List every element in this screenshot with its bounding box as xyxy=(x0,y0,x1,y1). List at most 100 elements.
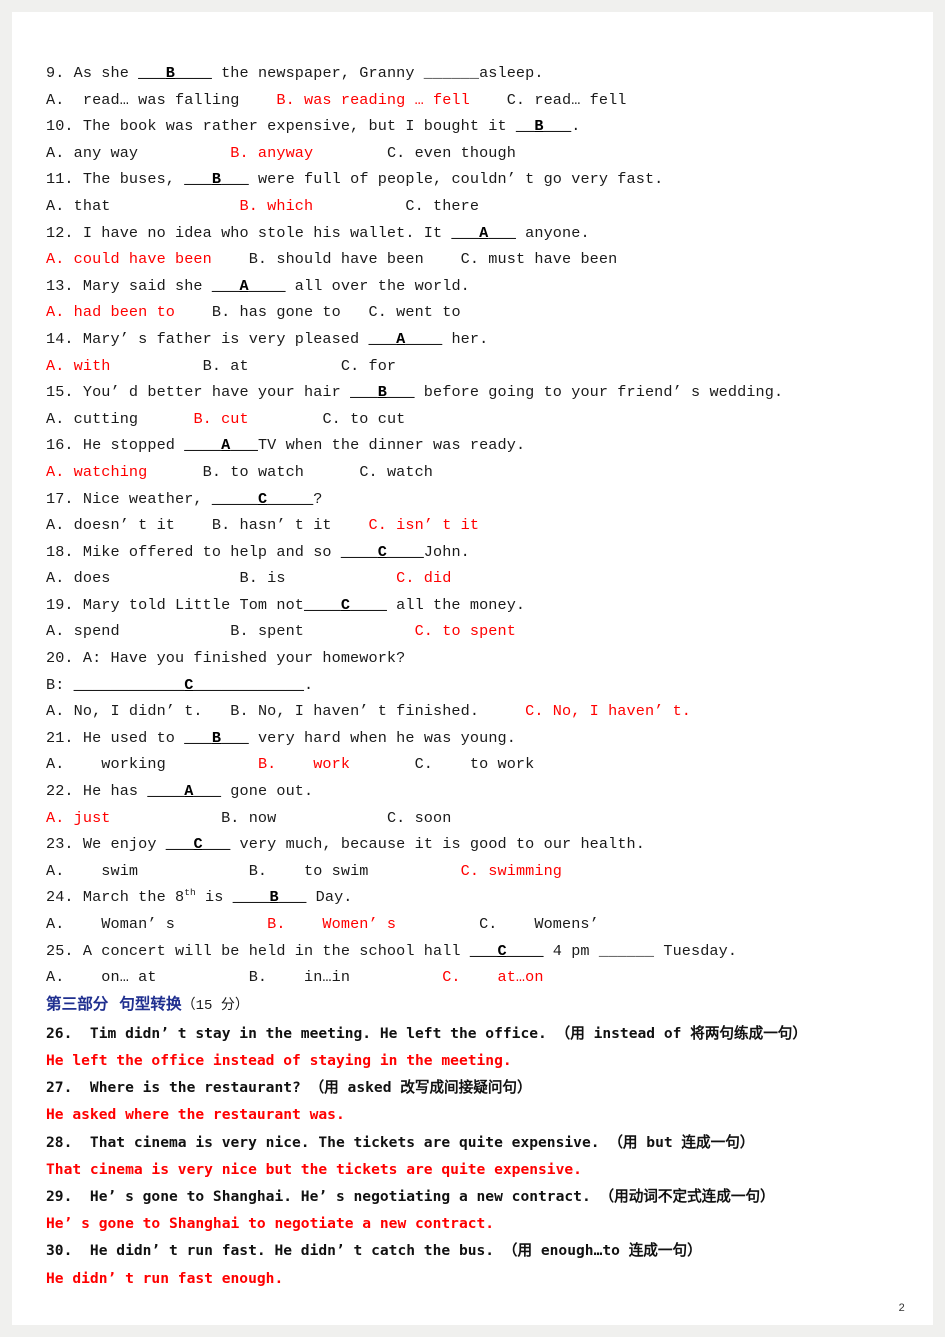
q25-tail: 4 pm ______ Tuesday. xyxy=(543,941,738,960)
q14-stem: 14. Mary’ s father is very pleased xyxy=(46,329,369,348)
q12-option-c[interactable]: C. must have been xyxy=(461,250,618,268)
options-line-11: A. that B. which C. there xyxy=(46,193,901,220)
q24-option-b[interactable]: B. Women’ s xyxy=(267,915,396,933)
q12-option-b[interactable]: B. should have been xyxy=(249,250,424,268)
q9-option-a[interactable]: A. read… was falling xyxy=(46,91,240,109)
q11-blank-post: ___ xyxy=(221,170,249,189)
q20-option-c[interactable]: C. No, I haven’ t. xyxy=(525,702,691,720)
q20-option-b[interactable]: B. No, I haven’ t finished. xyxy=(230,702,479,720)
q25-stem: 25. A concert will be held in the school… xyxy=(46,941,470,960)
q19-option-a[interactable]: A. spend xyxy=(46,622,120,640)
q25-blank-post: ____ xyxy=(506,941,544,960)
q23-option-b[interactable]: B. to swim xyxy=(249,862,369,880)
q12-option-a[interactable]: A. could have been xyxy=(46,250,212,268)
q12-blank-pre: ___ xyxy=(451,223,480,242)
rewrite-answer-27-text: He asked where the restaurant was. xyxy=(46,1106,345,1124)
q14-option-c[interactable]: C. for xyxy=(341,357,396,375)
q17-answer: C xyxy=(257,489,268,508)
question-line-17: 17. Nice weather, _____C_____? xyxy=(46,486,901,513)
q24-option-c[interactable]: C. Womens’ xyxy=(479,915,599,933)
q12-blank-post: ___ xyxy=(488,223,516,242)
q19-option-c[interactable]: C. to spent xyxy=(415,622,516,640)
q21-option-a[interactable]: A. working xyxy=(46,755,166,773)
q18-option-c[interactable]: C. did xyxy=(396,569,451,587)
q14-tail: her. xyxy=(442,329,489,348)
options-line-15: A. cutting B. cut C. to cut xyxy=(46,406,901,433)
q21-option-b[interactable]: B. work xyxy=(258,755,350,773)
q16-option-b[interactable]: B. to watch xyxy=(203,463,304,481)
options-line-12: A. could have been B. should have been C… xyxy=(46,246,901,273)
q17-stem: 17. Nice weather, xyxy=(46,489,212,508)
q23-stem: 23. We enjoy xyxy=(46,835,166,854)
q24-stem-mid: is xyxy=(195,888,233,907)
q21-blank-post: ___ xyxy=(221,728,249,747)
q10-option-b[interactable]: B. anyway xyxy=(230,144,313,162)
rewrite-prompt-26-text: 26. Tim didn’ t stay in the meeting. He … xyxy=(46,1024,807,1042)
q17-option-a[interactable]: A. doesn’ t it xyxy=(46,516,175,534)
q25-option-c[interactable]: C. at…on xyxy=(442,968,543,986)
q16-answer: A xyxy=(221,436,231,455)
options-line-17: A. doesn’ t it B. hasn’ t it C. isn’ t i… xyxy=(46,512,901,539)
q23-option-c[interactable]: C. swimming xyxy=(461,862,562,880)
q22-option-b[interactable]: B. now xyxy=(221,809,276,827)
q18-option-b[interactable]: B. is xyxy=(240,569,286,587)
q14-option-b[interactable]: B. at xyxy=(203,357,249,375)
q19-option-b[interactable]: B. spent xyxy=(230,622,304,640)
q11-tail: were full of people, couldn’ t go very f… xyxy=(248,170,664,189)
q9-option-b[interactable]: B. was reading … fell xyxy=(276,91,470,109)
question-line-25: 25. A concert will be held in the school… xyxy=(46,938,901,965)
q22-option-a[interactable]: A. just xyxy=(46,809,111,827)
question-line-21: 21. He used to ___B___ very hard when he… xyxy=(46,725,901,752)
q11-option-c[interactable]: C. there xyxy=(405,197,479,215)
q23-option-a[interactable]: A. swim xyxy=(46,862,138,880)
q24-option-a[interactable]: A. Woman’ s xyxy=(46,915,175,933)
q25-option-b[interactable]: B. in…in xyxy=(249,968,350,986)
q21-blank-pre: ___ xyxy=(184,728,212,747)
q15-option-b[interactable]: B. cut xyxy=(193,410,248,428)
q24-blank-post: ___ xyxy=(278,888,307,907)
question-line-24: 24. March the 8th is ____B___ Day. xyxy=(46,884,901,911)
q22-option-c[interactable]: C. soon xyxy=(387,809,452,827)
q16-stem: 16. He stopped xyxy=(46,436,185,455)
q25-option-a[interactable]: A. on… at xyxy=(46,968,157,986)
q9-option-c[interactable]: C. read… fell xyxy=(507,91,627,109)
q10-option-c[interactable]: C. even though xyxy=(387,144,516,162)
q21-answer: B xyxy=(211,728,222,747)
question-line-14: 14. Mary’ s father is very pleased ___A_… xyxy=(46,326,901,353)
q9-answer: B xyxy=(165,64,176,82)
q13-blank-pre: ___ xyxy=(211,276,240,295)
q16-option-c[interactable]: C. watch xyxy=(359,463,433,481)
q14-answer: A xyxy=(396,329,406,348)
q17-option-c[interactable]: C. isn’ t it xyxy=(369,516,480,534)
q24-blank-pre: ____ xyxy=(232,888,270,907)
q11-option-a[interactable]: A. that xyxy=(46,197,111,215)
document-page: 9. As she ___B____ the newspaper, Granny… xyxy=(12,12,933,1325)
q17-blank-post: _____ xyxy=(267,489,314,508)
q13-option-a[interactable]: A. had been to xyxy=(46,303,175,321)
q10-option-a[interactable]: A. any way xyxy=(46,144,138,162)
q14-option-a[interactable]: A. with xyxy=(46,357,111,375)
q18-answer: C xyxy=(377,542,387,561)
q13-stem: 13. Mary said she xyxy=(46,276,212,295)
q21-option-c[interactable]: C. to work xyxy=(415,755,535,773)
question-line-16: 16. He stopped ____A___TV when the dinne… xyxy=(46,432,901,459)
q13-option-c[interactable]: C. went to xyxy=(369,303,461,321)
rewrite-answer-30-text: He didn’ t run fast enough. xyxy=(46,1269,284,1287)
q12-answer: A xyxy=(479,223,489,242)
q20b-stem: B: xyxy=(46,675,74,694)
q20-option-a[interactable]: A. No, I didn’ t. xyxy=(46,702,203,720)
q11-answer: B xyxy=(211,170,222,189)
q9-tail: the newspaper, Granny ______asleep. xyxy=(211,64,544,82)
q9-stem: 9. As she xyxy=(46,64,139,82)
rewrite-prompt-30-text: 30. He didn’ t run fast. He didn’ t catc… xyxy=(46,1242,702,1260)
q15-option-c[interactable]: C. to cut xyxy=(322,410,405,428)
q10-tail: . xyxy=(571,117,581,136)
q18-option-a[interactable]: A. does xyxy=(46,569,111,587)
q15-option-a[interactable]: A. cutting xyxy=(46,410,138,428)
q11-option-b[interactable]: B. which xyxy=(240,197,314,215)
q15-blank-pre: ___ xyxy=(350,383,378,402)
q16-option-a[interactable]: A. watching xyxy=(46,463,147,481)
q17-option-b[interactable]: B. hasn’ t it xyxy=(212,516,332,534)
q13-option-b[interactable]: B. has gone to xyxy=(212,303,341,321)
options-line-10: A. any way B. anyway C. even though xyxy=(46,140,901,167)
